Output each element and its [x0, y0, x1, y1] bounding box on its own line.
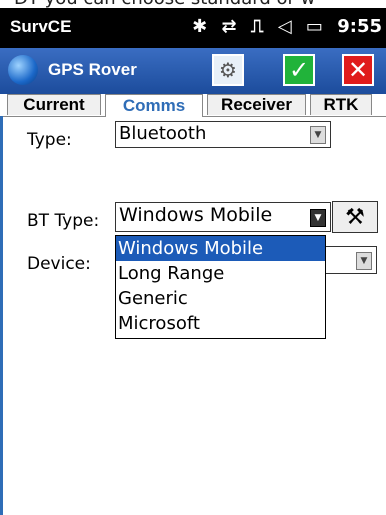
chevron-down-icon: ▼ [310, 126, 326, 144]
battery-icon: ▭ [305, 16, 323, 37]
signal-icon: ⎍ [250, 16, 264, 37]
chevron-down-icon: ▼ [356, 252, 372, 270]
tab-current[interactable]: Current [7, 94, 101, 115]
tab-receiver[interactable]: Receiver [207, 94, 306, 115]
device-settings-button[interactable]: ⚒ [332, 201, 378, 233]
sync-icon: ⇄ [221, 16, 237, 37]
bluetooth-icon: ✱ [192, 16, 208, 37]
type-label: Type: [27, 130, 72, 150]
dropdown-option[interactable]: Microsoft [116, 311, 325, 336]
check-icon: ✓ [288, 56, 310, 84]
config-icon: ⚙ [219, 58, 237, 82]
bt-type-dropdown-list: Windows Mobile Long Range Generic Micros… [115, 235, 326, 339]
tab-rtk[interactable]: RTK [310, 94, 372, 115]
config-button[interactable]: ⚙ [212, 54, 244, 86]
globe-icon [8, 55, 38, 85]
type-select[interactable]: Bluetooth ▼ [115, 121, 331, 148]
wrench-icon: ⚒ [345, 204, 365, 230]
type-select-value: Bluetooth [119, 123, 207, 144]
tab-comms[interactable]: Comms [105, 94, 203, 117]
dropdown-option[interactable]: Windows Mobile [116, 236, 325, 261]
chevron-down-icon: ▼ [310, 209, 326, 227]
bt-type-label: BT Type: [27, 211, 100, 231]
window-title: GPS Rover [48, 60, 137, 79]
title-bar: GPS Rover ⚙ ✓ ✕ [0, 48, 386, 94]
bt-type-select-value: Windows Mobile [119, 204, 273, 226]
top-caption-text: DT you can choose standard or w [14, 0, 315, 8]
app-name: SurvCE [10, 17, 72, 36]
bt-type-select[interactable]: Windows Mobile ▼ [115, 202, 331, 232]
clock: 9:55 [337, 16, 382, 37]
dropdown-option[interactable]: Generic [116, 286, 325, 311]
ok-button[interactable]: ✓ [283, 54, 315, 86]
status-icons: ✱ ⇄ ⎍ ◁ ▭ 9:55 [184, 16, 382, 37]
close-icon: ✕ [347, 56, 369, 84]
tab-bar: Current Comms Receiver RTK [0, 94, 386, 117]
top-caption: DT you can choose standard or w [0, 0, 386, 8]
device-label: Device: [27, 254, 91, 274]
dropdown-option[interactable]: Long Range [116, 261, 325, 286]
volume-icon: ◁ [277, 16, 292, 37]
status-bar: SurvCE ✱ ⇄ ⎍ ◁ ▭ 9:55 [0, 8, 386, 48]
close-button[interactable]: ✕ [342, 54, 374, 86]
